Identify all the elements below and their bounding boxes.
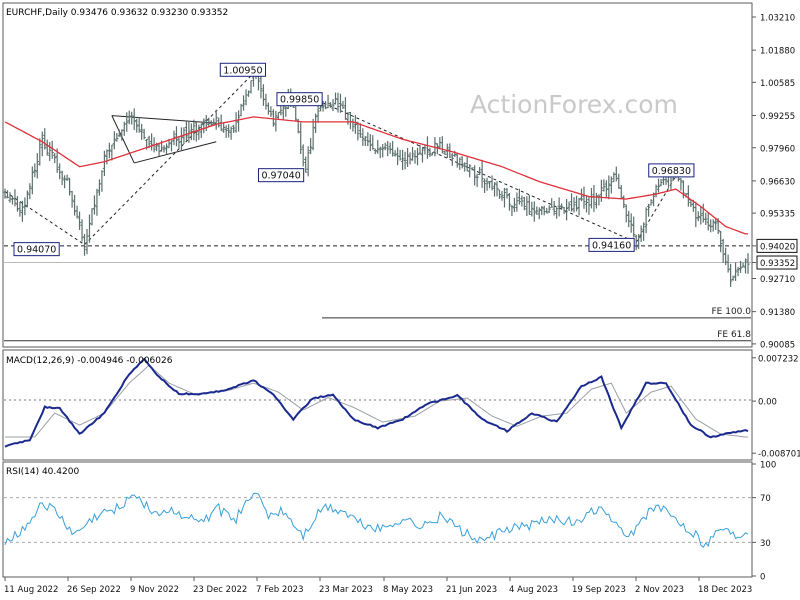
fe-label: FE 61.8 [717, 330, 751, 340]
y-tick-label: 0.90085 [760, 340, 795, 350]
annotation-label: 0.96830 [652, 166, 691, 177]
fe-label: FE 100.0 [712, 307, 752, 317]
rsi-pane-title: RSI(14) 40.4200 [6, 467, 79, 477]
page-background [0, 0, 800, 600]
price-annotation: 0.97040 [257, 168, 305, 183]
x-tick-label: 26 Sep 2022 [67, 585, 121, 595]
annotation-label: 0.97040 [261, 171, 300, 182]
y-tick-label: 0.92710 [760, 275, 795, 285]
price-annotation: 0.99850 [276, 92, 323, 107]
y-tick-label: 30 [760, 539, 771, 549]
x-tick-label: 7 Feb 2023 [256, 585, 304, 595]
y-tick-label: 1.03210 [760, 14, 795, 24]
price-annotation: 0.94160 [588, 237, 635, 252]
price-annotation: 0.96830 [648, 163, 695, 178]
x-tick-label: 4 Aug 2023 [509, 585, 558, 595]
x-tick-label: 19 Sep 2023 [572, 585, 626, 595]
x-tick-label: 21 Jun 2023 [446, 585, 497, 595]
y-tick-label: 0.96630 [760, 177, 795, 187]
x-tick-label: 23 Mar 2023 [319, 585, 373, 595]
price-annotation: 1.00950 [219, 62, 266, 77]
y-tick-label: 0 [760, 573, 765, 583]
y-tick-label: 0.99255 [760, 112, 795, 122]
y-tick-label: 0.00 [758, 398, 777, 408]
x-tick-label: 9 Nov 2022 [130, 585, 179, 595]
y-tick-label: 1.00585 [760, 79, 795, 89]
y-tick-label: 0.95335 [760, 210, 795, 220]
y-tick-label: 70 [760, 494, 771, 504]
annotation-label: 0.94160 [592, 240, 631, 251]
chart-canvas: ActionForex.com FE 100.0 FE 61.8 1.00950 0… [0, 0, 800, 600]
annotation-label: 0.99850 [280, 95, 319, 106]
y-tick-label: 100 [760, 461, 776, 471]
macd-pane-title: MACD(12,26,9) -0.004946 -0.006026 [6, 356, 173, 366]
y-tick-label: 0.007232 [758, 354, 799, 364]
y-tick-label: 0.91380 [760, 308, 795, 318]
watermark: ActionForex.com [470, 90, 678, 119]
price-pane-title: EURCHF,Daily 0.93476 0.93632 0.93230 0.9… [6, 8, 228, 18]
y-tick-label: -0.008701 [758, 450, 800, 460]
annotation-label: 1.00950 [223, 65, 262, 76]
y-tick-label: 1.01880 [760, 47, 795, 57]
x-tick-label: 18 Dec 2023 [698, 585, 752, 595]
y-tick-label: 0.93352 [760, 259, 795, 269]
x-tick-label: 2 Nov 2023 [635, 585, 684, 595]
price-annotation: 0.94070 [13, 242, 60, 257]
annotation-label: 0.94070 [17, 245, 56, 256]
y-tick-label: 0.97960 [760, 144, 795, 154]
y-tick-label: 0.94020 [760, 242, 795, 252]
x-tick-label: 23 Dec 2022 [193, 585, 247, 595]
x-tick-label: 8 May 2023 [383, 585, 433, 595]
x-tick-label: 11 Aug 2022 [4, 585, 58, 595]
